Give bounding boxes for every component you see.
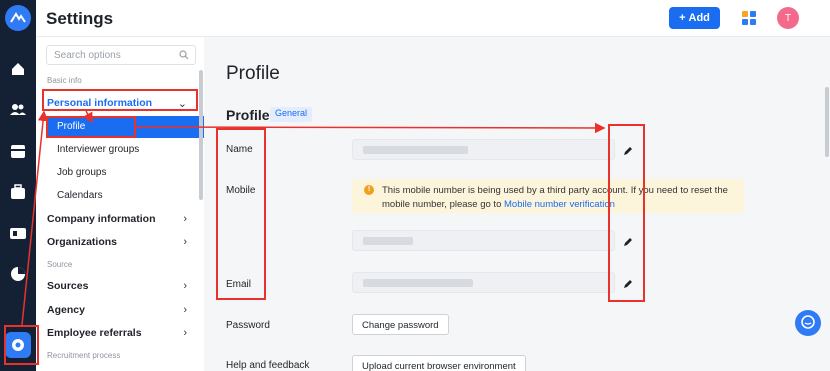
annotation-arrows (21, 110, 606, 326)
